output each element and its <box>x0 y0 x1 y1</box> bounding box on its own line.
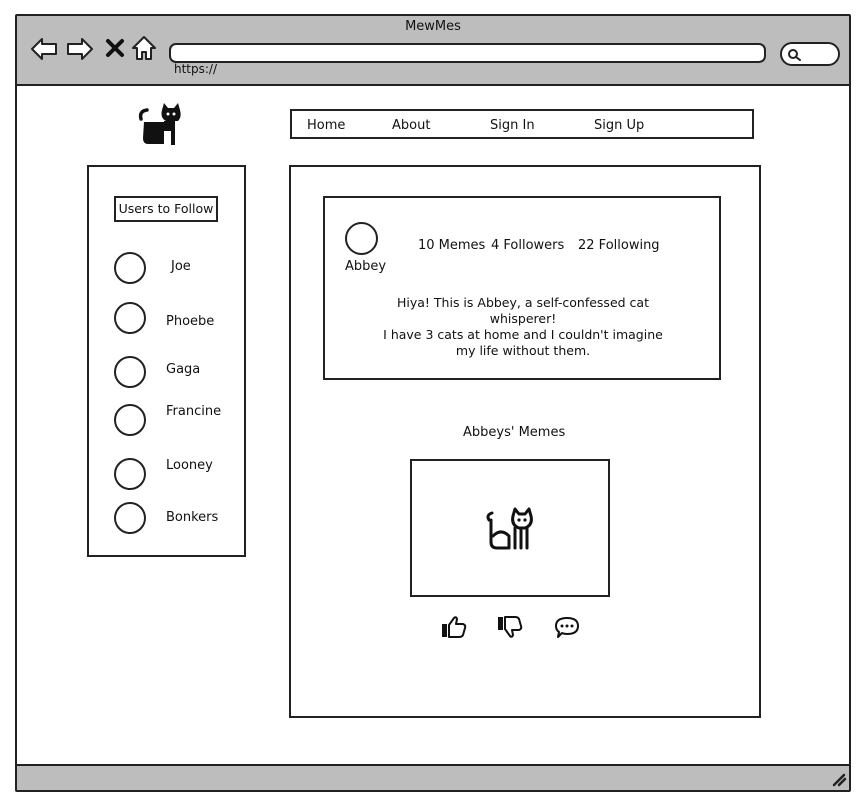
nav-home[interactable]: Home <box>307 118 345 133</box>
address-text: https:// <box>174 62 218 76</box>
thumbs-down-icon[interactable] <box>497 615 523 639</box>
bio-line: whisperer! <box>489 311 557 326</box>
memes-heading: Abbeys' Memes <box>463 425 566 440</box>
avatar[interactable] <box>114 458 146 490</box>
memes-count[interactable]: 10 Memes <box>418 238 485 253</box>
avatar[interactable] <box>114 356 146 388</box>
user-name[interactable]: Looney <box>166 458 213 473</box>
users-to-follow-panel <box>87 165 246 557</box>
comment-icon[interactable] <box>555 616 581 640</box>
nav-bar: Home About Sign In Sign Up <box>290 109 754 139</box>
back-arrow-icon[interactable] <box>30 37 60 61</box>
browser-search-box[interactable] <box>780 42 840 66</box>
nav-about[interactable]: About <box>392 118 430 133</box>
followers-count[interactable]: 4 Followers <box>491 238 564 253</box>
bio-line: I have 3 cats at home and I couldn't ima… <box>383 327 663 342</box>
resize-grip-icon[interactable] <box>832 772 847 787</box>
search-icon <box>788 49 801 61</box>
bio-line: Hiya! This is Abbey, a self-confessed ca… <box>397 295 649 310</box>
stop-icon[interactable] <box>106 39 124 57</box>
avatar[interactable] <box>114 404 146 436</box>
nav-sign-up[interactable]: Sign Up <box>594 118 644 133</box>
user-name[interactable]: Francine <box>166 404 221 419</box>
cat-outline-icon <box>486 507 533 550</box>
thumbs-up-icon[interactable] <box>441 615 467 639</box>
avatar[interactable] <box>114 302 146 334</box>
status-bar <box>17 764 849 790</box>
following-count[interactable]: 22 Following <box>578 238 660 253</box>
profile-name: Abbey <box>345 259 387 274</box>
avatar[interactable] <box>114 252 146 284</box>
forward-arrow-icon[interactable] <box>66 37 96 61</box>
profile-bio: Hiya! This is Abbey, a self-confessed ca… <box>373 295 673 359</box>
nav-sign-in[interactable]: Sign In <box>490 118 535 133</box>
avatar[interactable] <box>345 222 378 255</box>
bio-line: my life without them. <box>455 343 591 358</box>
user-name[interactable]: Joe <box>171 259 191 274</box>
user-name[interactable]: Bonkers <box>166 510 218 525</box>
users-to-follow-heading[interactable]: Users to Follow <box>114 196 218 222</box>
browser-window: MewMes https:// Home About Sign In Sign … <box>0 0 864 806</box>
address-bar[interactable] <box>169 43 766 63</box>
window-title: MewMes <box>405 19 461 34</box>
home-icon[interactable] <box>131 35 157 61</box>
user-name[interactable]: Phoebe <box>166 314 214 329</box>
user-name[interactable]: Gaga <box>166 362 200 377</box>
cat-logo-icon[interactable] <box>138 102 184 146</box>
meme-image[interactable] <box>410 459 610 597</box>
avatar[interactable] <box>114 502 146 534</box>
